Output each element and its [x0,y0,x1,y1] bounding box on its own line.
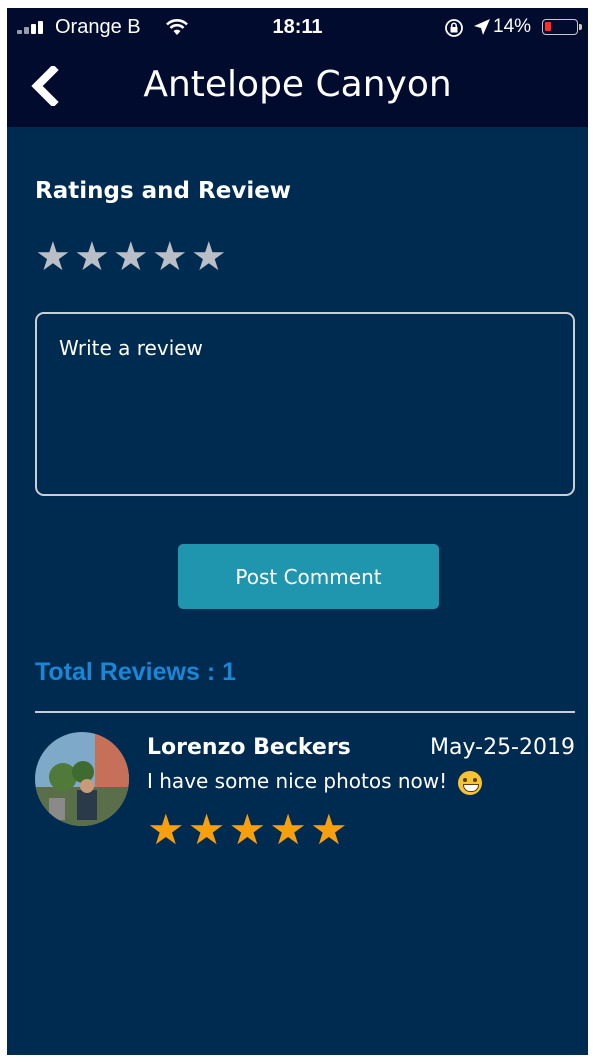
review-date: May-25-2019 [430,735,575,760]
divider [35,711,575,713]
battery-percent: 14% [493,16,532,37]
star-icon: ★ [228,805,267,854]
nav-bar: Antelope Canyon [7,46,588,127]
location-icon [474,19,490,35]
post-comment-button[interactable]: Post Comment [178,544,439,609]
star-icon: ★ [187,805,226,854]
review-input[interactable] [35,312,575,496]
star-icon[interactable]: ★ [35,234,71,280]
star-icon[interactable]: ★ [191,234,227,280]
battery-icon [542,19,582,35]
star-icon[interactable]: ★ [113,234,149,280]
rating-stars[interactable]: ★ ★ ★ ★ ★ [35,234,227,280]
star-icon[interactable]: ★ [152,234,188,280]
ratings-section-title: Ratings and Review [35,178,292,204]
review-text: I have some nice photos now! [147,769,448,793]
rotation-lock-icon [445,19,463,37]
total-reviews-label: Total Reviews : 1 [35,658,236,686]
reviewer-name: Lorenzo Beckers [147,735,351,760]
star-icon[interactable]: ★ [74,234,110,280]
avatar[interactable] [35,732,129,826]
grinning-emoji-icon [457,770,482,795]
star-icon: ★ [310,805,348,854]
star-icon: ★ [147,805,185,854]
page-title: Antelope Canyon [143,64,452,105]
app-screen: Orange B 18:11 14% Antelope Canyon Ratin… [7,8,588,1055]
review-stars: ★ ★ ★ ★ ★ [147,805,348,854]
review-text-line: I have some nice photos now! [147,769,482,795]
status-bar: Orange B 18:11 14% [7,8,588,46]
star-icon: ★ [269,805,307,854]
